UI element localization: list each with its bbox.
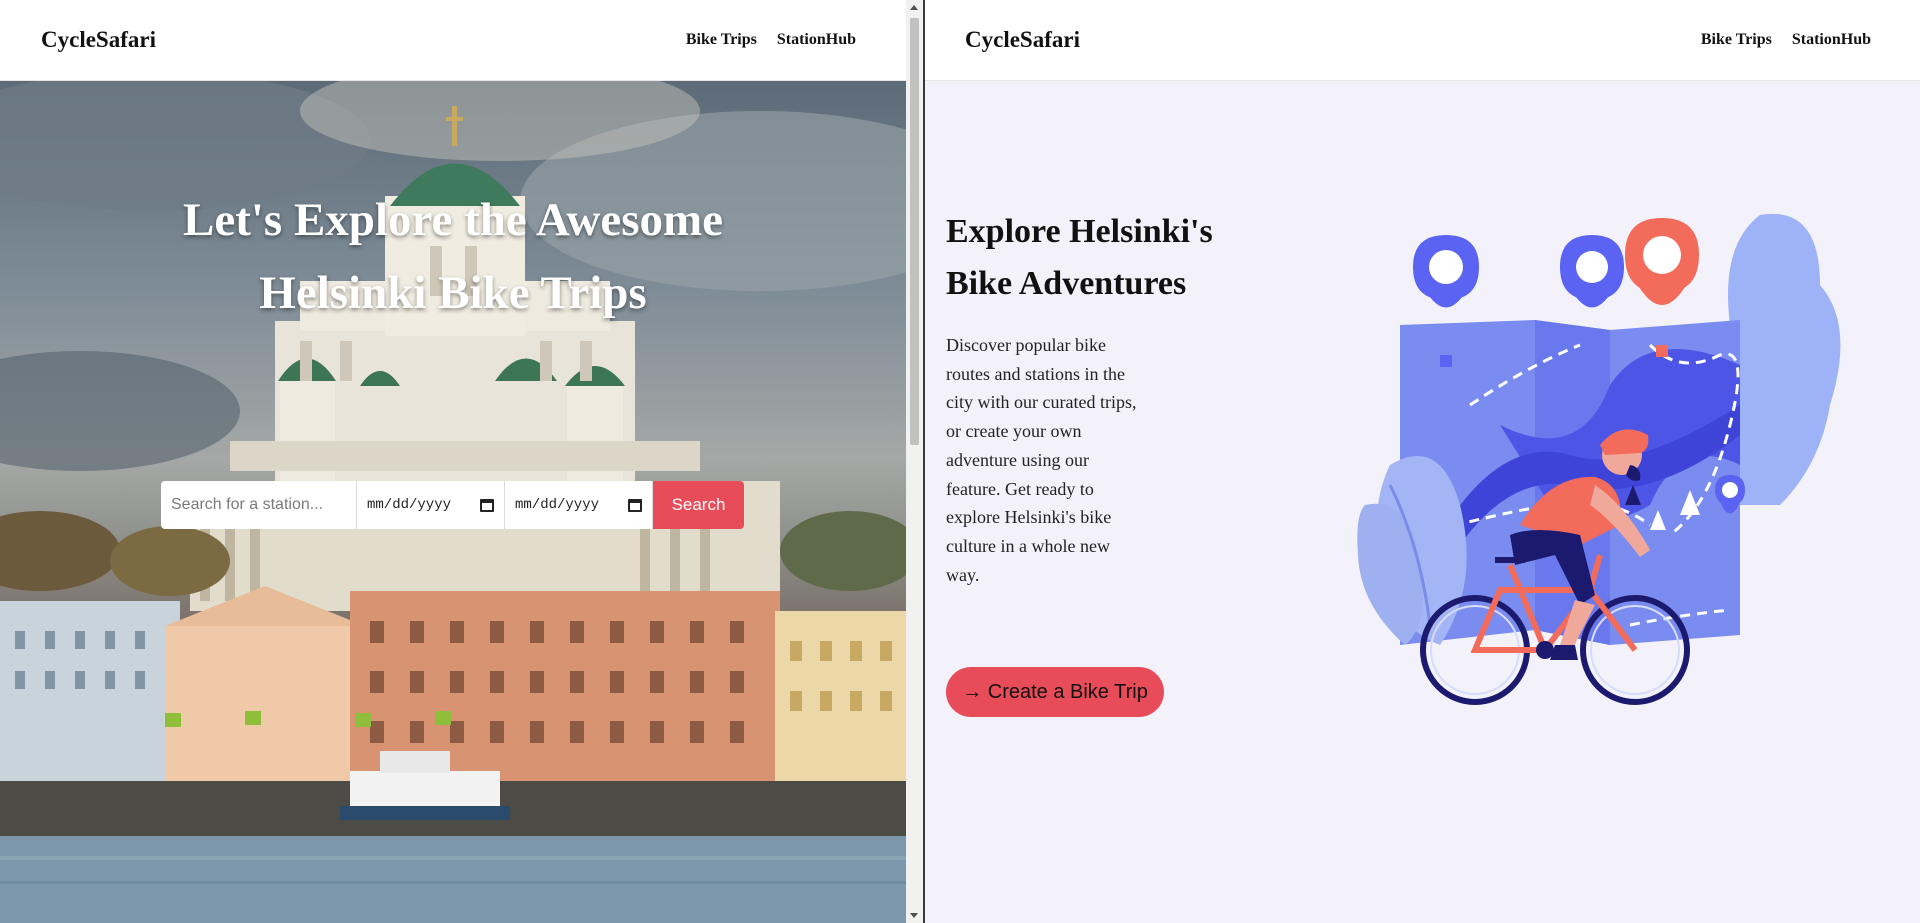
start-date-input[interactable]: mm/dd/yyyy: [357, 481, 505, 529]
nav-bike-trips[interactable]: Bike Trips: [686, 31, 757, 49]
left-browser-window: CycleSafari Bike Trips StationHub Let's …: [0, 0, 906, 923]
calendar-icon[interactable]: [628, 498, 642, 512]
end-date-value: mm/dd/yyyy: [515, 497, 600, 513]
right-navbar: CycleSafari Bike Trips StationHub: [925, 0, 1920, 81]
brand-logo[interactable]: CycleSafari: [965, 27, 1080, 53]
nav-stationhub[interactable]: StationHub: [777, 31, 856, 49]
location-pin-icon: [1560, 235, 1624, 308]
create-bike-trip-button[interactable]: → Create a Bike Trip: [946, 667, 1164, 717]
search-button[interactable]: Search: [653, 481, 744, 529]
brand-logo[interactable]: CycleSafari: [41, 27, 156, 53]
nav-stationhub[interactable]: StationHub: [1792, 31, 1871, 49]
right-nav-links: Bike Trips StationHub: [1701, 31, 1871, 49]
adventures-heading: Explore Helsinki's Bike Adventures: [946, 213, 1213, 302]
cyclist-map-illustration: [1357, 213, 1841, 705]
hero-section: Let's Explore the Awesome Helsinki Bike …: [0, 81, 906, 923]
station-search-input[interactable]: [161, 481, 357, 529]
vertical-scrollbar[interactable]: [906, 0, 923, 923]
left-navbar: CycleSafari Bike Trips StationHub: [0, 0, 906, 81]
hero-title: Let's Explore the Awesome Helsinki Bike …: [183, 194, 723, 319]
right-browser-window: CycleSafari Bike Trips StationHub Explor…: [925, 0, 1920, 923]
scrollbar-thumb[interactable]: [910, 18, 919, 445]
end-date-input[interactable]: mm/dd/yyyy: [505, 481, 653, 529]
calendar-icon[interactable]: [480, 498, 494, 512]
scroll-up-arrow-icon[interactable]: [910, 5, 918, 10]
start-date-value: mm/dd/yyyy: [367, 497, 452, 513]
search-bar: mm/dd/yyyy mm/dd/yyyy Search: [161, 481, 744, 529]
left-nav-links: Bike Trips StationHub: [686, 31, 856, 49]
adventures-description: Discover popular bike routes and station…: [946, 335, 1137, 585]
nav-bike-trips[interactable]: Bike Trips: [1701, 31, 1772, 49]
scroll-down-arrow-icon[interactable]: [910, 913, 918, 918]
